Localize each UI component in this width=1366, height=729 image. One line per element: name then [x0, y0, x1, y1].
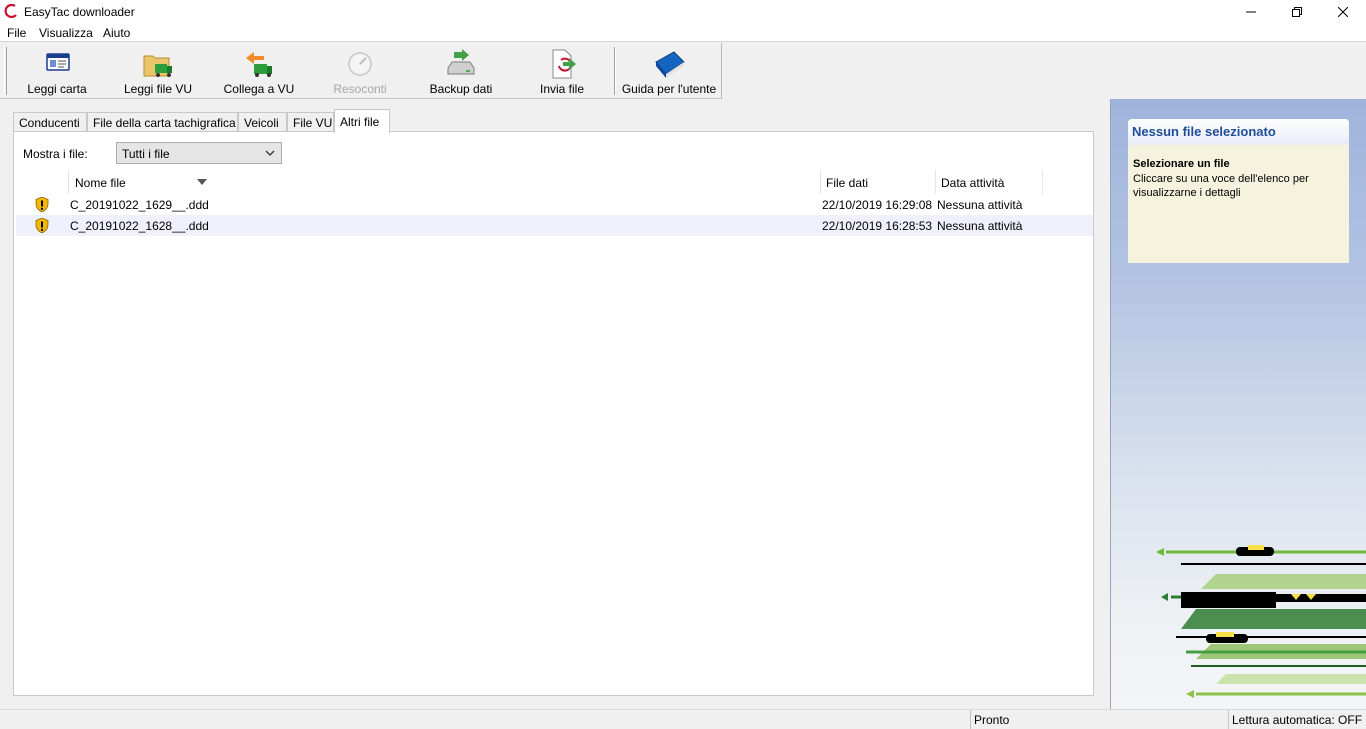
filter-select-value: Tutti i file [122, 147, 170, 161]
connect-vu-label: Collega a VU [223, 82, 295, 96]
filter-label: Mostra i file: [23, 147, 88, 161]
status-auto-read: Lettura automatica: OFF [1228, 710, 1366, 729]
read-card-label: Leggi carta [27, 82, 87, 96]
tab-altri-file[interactable]: Altri file [334, 109, 390, 133]
details-text: Cliccare su una voce dell'elenco per vis… [1133, 173, 1309, 199]
window-title: EasyTac downloader [24, 5, 135, 19]
connect-vu-button[interactable]: Collega a VU [218, 45, 300, 97]
status-ready: Pronto [970, 710, 1228, 729]
maximize-button[interactable] [1274, 0, 1320, 24]
title-bar: EasyTac downloader [0, 0, 1366, 24]
read-vu-button[interactable]: Leggi file VU [118, 45, 198, 97]
reports-button[interactable]: Resoconti [322, 45, 398, 97]
folder-truck-icon [143, 55, 172, 77]
row-file-date: 22/10/2019 16:28:53 [822, 219, 933, 233]
tab-file-carta-tachigrafica[interactable]: File della carta tachigrafica [87, 112, 238, 132]
traffic-illustration [1156, 545, 1366, 698]
toolbar: Leggi carta Leggi file VU Collega a VU R… [0, 43, 722, 99]
row-file-name: C_20191022_1629__.ddd [70, 198, 209, 212]
column-header-file-date[interactable]: File dati [821, 170, 936, 194]
tab-veicoli[interactable]: Veicoli [238, 112, 287, 132]
backup-label: Backup dati [429, 82, 493, 96]
user-guide-label: Guida per l'utente [621, 82, 717, 96]
column-header-icon[interactable] [16, 170, 69, 194]
status-bar: Pronto Lettura automatica: OFF [0, 709, 1366, 729]
connect-truck-icon [246, 52, 272, 77]
menu-visualizza[interactable]: Visualizza [39, 26, 93, 40]
send-file-label: Invia file [539, 82, 585, 96]
close-icon [1338, 7, 1348, 17]
column-header-file-date-label: File dati [826, 176, 869, 190]
details-subtitle: Selezionare un file [1133, 158, 1230, 170]
file-details-box: Nessun file selezionato Selezionare un f… [1128, 119, 1349, 263]
row-activity-date: Nessuna attività [937, 219, 1023, 233]
toolbar-grip[interactable] [4, 47, 7, 95]
table-row[interactable]: C_20191022_1629__.ddd 22/10/2019 16:29:0… [16, 194, 1093, 215]
table-header: Nome file File dati Data attività [16, 170, 1093, 194]
tab-file-vu[interactable]: File VU [287, 112, 334, 132]
column-header-activity-date[interactable]: Data attività [936, 170, 1043, 194]
read-card-button[interactable]: Leggi carta [16, 45, 98, 97]
reports-gauge-icon [348, 52, 372, 76]
menu-bar: File Visualizza Aiuto [0, 24, 1366, 42]
backup-drive-icon [447, 49, 475, 75]
column-header-activity-date-label: Data attività [941, 176, 1005, 190]
user-guide-button[interactable]: Guida per l'utente [620, 45, 718, 97]
read-vu-label: Leggi file VU [123, 82, 193, 96]
row-file-date: 22/10/2019 16:29:08 [822, 198, 933, 212]
warning-shield-icon [35, 197, 49, 212]
reports-label: Resoconti [333, 82, 387, 96]
menu-aiuto[interactable]: Aiuto [103, 26, 130, 40]
filter-select[interactable]: Tutti i file [116, 142, 282, 164]
minimize-button[interactable] [1228, 0, 1274, 24]
toolbar-separator [614, 47, 616, 95]
details-sidebar: Nessun file selezionato Selezionare un f… [1110, 99, 1366, 709]
minimize-icon [1246, 11, 1256, 13]
chevron-down-icon [265, 150, 275, 156]
restore-icon [1292, 7, 1302, 17]
send-file-icon [552, 49, 576, 79]
warning-shield-icon [35, 218, 49, 233]
row-activity-date: Nessuna attività [937, 198, 1023, 212]
row-file-name: C_20191022_1628__.ddd [70, 219, 209, 233]
files-panel: Mostra i file: Tutti i file Nome file Fi… [13, 131, 1094, 696]
table-row[interactable]: C_20191022_1628__.ddd 22/10/2019 16:28:5… [16, 215, 1093, 236]
details-title: Nessun file selezionato [1128, 119, 1349, 145]
book-icon [655, 51, 685, 78]
column-header-name[interactable]: Nome file [69, 170, 821, 194]
tab-conducenti[interactable]: Conducenti [13, 112, 87, 132]
column-header-name-label: Nome file [75, 176, 126, 190]
backup-button[interactable]: Backup dati [422, 45, 500, 97]
send-file-button[interactable]: Invia file [524, 45, 600, 97]
easytac-logo-icon [4, 4, 17, 18]
card-reader-icon [46, 53, 70, 71]
sort-descending-icon [197, 179, 207, 185]
menu-file[interactable]: File [7, 26, 26, 40]
close-button[interactable] [1320, 0, 1366, 24]
